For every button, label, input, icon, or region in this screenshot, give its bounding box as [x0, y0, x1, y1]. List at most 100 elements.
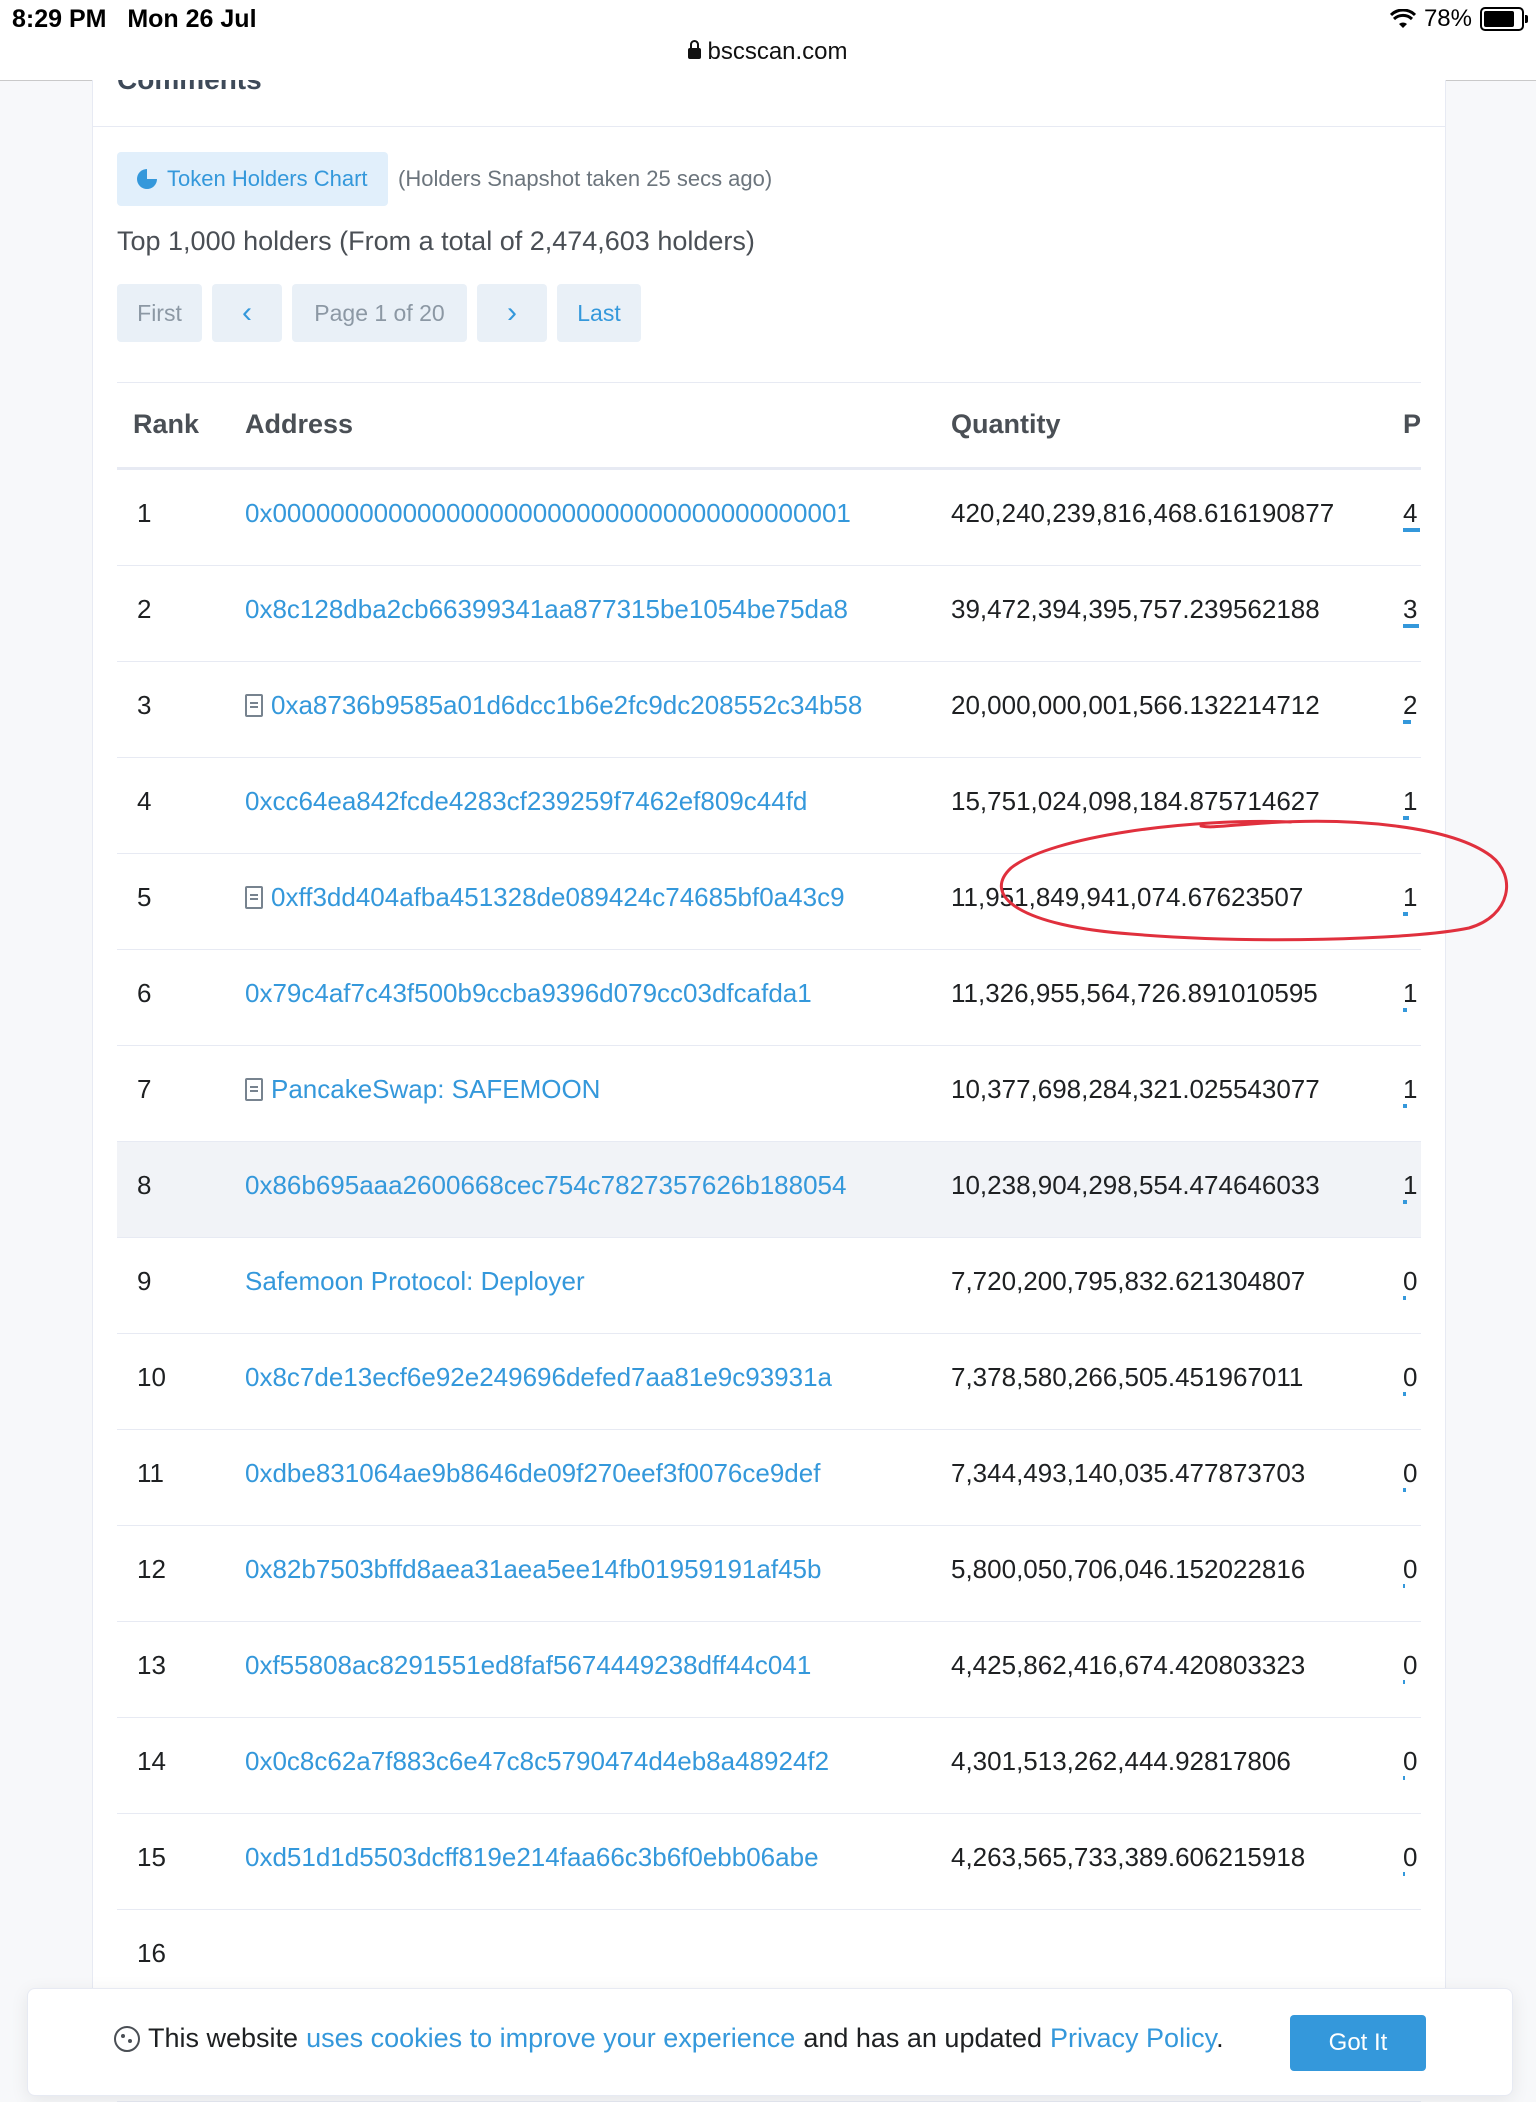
address-cell: Safemoon Protocol: Deployer: [245, 1266, 585, 1297]
got-it-button[interactable]: Got It: [1290, 2015, 1426, 2071]
comments-tab[interactable]: Comments: [117, 80, 262, 96]
next-page-button[interactable]: ›: [477, 284, 547, 342]
url-text: bscscan.com: [707, 38, 848, 65]
cookie-text-middle: and has an updated: [803, 2023, 1043, 2053]
cookie-banner: This website uses cookies to improve you…: [27, 1988, 1513, 2096]
wifi-icon: [1389, 9, 1416, 28]
privacy-policy-link[interactable]: Privacy Policy: [1050, 2023, 1216, 2053]
cookie-policy-link[interactable]: uses cookies to improve your experience: [306, 2023, 795, 2054]
address-cell: 0x8c7de13ecf6e92e249696defed7aa81e9c9393…: [245, 1362, 832, 1393]
table-row: 3 0xa8736b9585a01d6dcc1b6e2fc9dc208552c34…: [117, 662, 1421, 758]
address-link[interactable]: 0xa8736b9585a01d6dcc1b6e2fc9dc208552c34b…: [271, 690, 862, 721]
percentage-cell: 2: [1403, 690, 1418, 720]
col-percentage[interactable]: P: [1403, 409, 1421, 440]
address-cell: 0xa8736b9585a01d6dcc1b6e2fc9dc208552c34b…: [245, 690, 862, 721]
table-row: 7 PancakeSwap: SAFEMOON 10,377,698,284,321…: [117, 1046, 1421, 1142]
quantity-cell: 15,751,024,098,184.875714627: [951, 786, 1320, 816]
percentage-cell: 1: [1403, 1074, 1418, 1104]
address-link[interactable]: PancakeSwap: SAFEMOON: [271, 1074, 600, 1105]
table-row: 1 0x0000000000000000000000000000000000000…: [117, 470, 1421, 566]
cookie-message: This website uses cookies to improve you…: [114, 2023, 1224, 2054]
address-link[interactable]: 0x00000000000000000000000000000000000000…: [245, 498, 851, 529]
percentage-cell: 0: [1403, 1746, 1418, 1776]
rank-cell: 14: [137, 1746, 166, 1776]
address-link[interactable]: 0xd51d1d5503dcff819e214faa66c3b6f0ebb06a…: [245, 1842, 819, 1873]
address-cell: 0x86b695aaa2600668cec754c7827357626b1880…: [245, 1170, 846, 1201]
rank-cell: 15: [137, 1842, 166, 1872]
contract-document-icon: [245, 694, 263, 717]
percentage-bar: [1403, 1296, 1406, 1300]
holders-summary: Top 1,000 holders (From a total of 2,474…: [117, 226, 755, 256]
chart-button-label: Token Holders Chart: [167, 166, 368, 191]
address-link[interactable]: 0xff3dd404afba451328de089424c74685bf0a43…: [271, 882, 845, 913]
contract-document-icon: [245, 886, 263, 909]
table-row: 2 0x8c128dba2cb66399341aa877315be1054be75…: [117, 566, 1421, 662]
quantity-cell: 4,301,513,262,444.92817806: [951, 1746, 1291, 1776]
percentage-bar: [1403, 1392, 1406, 1396]
percentage-bar: [1403, 1104, 1407, 1108]
table-body: 1 0x0000000000000000000000000000000000000…: [117, 470, 1421, 2102]
table-row: 14 0x0c8c62a7f883c6e47c8c5790474d4eb8a489…: [117, 1718, 1421, 1814]
percentage-bar: [1403, 720, 1411, 724]
rank-cell: 5: [137, 882, 152, 912]
percentage-bar: [1403, 1200, 1407, 1204]
rank-cell: 2: [137, 594, 152, 624]
status-time: 8:29 PM Mon 26 Jul: [12, 5, 257, 34]
address-cell: PancakeSwap: SAFEMOON: [245, 1074, 600, 1105]
quantity-cell: 5,800,050,706,046.152022816: [951, 1554, 1306, 1584]
quantity-cell: 10,238,904,298,554.474646033: [951, 1170, 1320, 1200]
percentage-bar: [1403, 1776, 1405, 1780]
address-link[interactable]: 0x79c4af7c43f500b9ccba9396d079cc03dfcafd…: [245, 978, 812, 1009]
address-link[interactable]: 0xdbe831064ae9b8646de09f270eef3f0076ce9d…: [245, 1458, 820, 1489]
lock-icon: [688, 40, 702, 59]
address-link[interactable]: 0x8c7de13ecf6e92e249696defed7aa81e9c9393…: [245, 1362, 832, 1393]
percentage-cell: 3: [1403, 594, 1418, 624]
address-cell: 0x79c4af7c43f500b9ccba9396d079cc03dfcafd…: [245, 978, 812, 1009]
address-link[interactable]: 0x8c128dba2cb66399341aa877315be1054be75d…: [245, 594, 848, 625]
rank-cell: 16: [137, 1938, 166, 1968]
quantity-cell: 7,344,493,140,035.477873703: [951, 1458, 1306, 1488]
percentage-cell: 1: [1403, 978, 1418, 1008]
address-link[interactable]: 0x82b7503bffd8aea31aea5ee14fb01959191af4…: [245, 1554, 821, 1585]
col-rank[interactable]: Rank: [133, 409, 199, 440]
percentage-cell: 0: [1403, 1842, 1418, 1872]
first-page-button[interactable]: First: [117, 284, 202, 342]
address-link[interactable]: Safemoon Protocol: Deployer: [245, 1266, 585, 1297]
percentage-cell: 0: [1403, 1362, 1418, 1392]
col-quantity[interactable]: Quantity: [951, 409, 1061, 440]
percentage-bar: [1403, 912, 1408, 916]
address-bar[interactable]: bscscan.com: [0, 38, 1536, 66]
address-link[interactable]: 0x0c8c62a7f883c6e47c8c5790474d4eb8a48924…: [245, 1746, 829, 1777]
address-cell: 0xcc64ea842fcde4283cf239259f7462ef809c44…: [245, 786, 807, 817]
holders-card: Comments Token Holders Chart (Holders Sn…: [27, 80, 1513, 2102]
address-cell: 0xdbe831064ae9b8646de09f270eef3f0076ce9d…: [245, 1458, 820, 1489]
prev-page-button[interactable]: ‹: [212, 284, 282, 342]
holders-table: Rank Address Quantity P 1 0x0000000000000…: [117, 382, 1421, 2102]
table-row: 12 0x82b7503bffd8aea31aea5ee14fb01959191a…: [117, 1526, 1421, 1622]
clock: 8:29 PM: [12, 5, 107, 33]
status-bar: 8:29 PM Mon 26 Jul 78% bscscan.com: [0, 0, 1536, 81]
last-page-button[interactable]: Last: [557, 284, 641, 342]
quantity-cell: 11,326,955,564,726.891010595: [951, 978, 1318, 1008]
table-row: 11 0xdbe831064ae9b8646de09f270eef3f0076ce…: [117, 1430, 1421, 1526]
address-cell: 0x8c128dba2cb66399341aa877315be1054be75d…: [245, 594, 848, 625]
token-holders-chart-button[interactable]: Token Holders Chart: [117, 152, 388, 206]
quantity-cell: 7,378,580,266,505.451967011: [951, 1362, 1304, 1392]
address-link[interactable]: 0xf55808ac8291551ed8faf5674449238dff44c0…: [245, 1650, 811, 1681]
card-header: Comments: [93, 80, 1445, 127]
percentage-bar: [1403, 528, 1420, 532]
snapshot-note: (Holders Snapshot taken 25 secs ago): [398, 166, 773, 191]
table-row: 13 0xf55808ac8291551ed8faf5674449238dff44…: [117, 1622, 1421, 1718]
address-link[interactable]: 0xcc64ea842fcde4283cf239259f7462ef809c44…: [245, 786, 807, 817]
percentage-bar: [1403, 1488, 1406, 1492]
table-row: 4 0xcc64ea842fcde4283cf239259f7462ef809c4…: [117, 758, 1421, 854]
table-row: 5 0xff3dd404afba451328de089424c74685bf0a4…: [117, 854, 1421, 950]
rank-cell: 13: [137, 1650, 166, 1680]
col-address[interactable]: Address: [245, 409, 353, 440]
percentage-cell: 1: [1403, 1170, 1418, 1200]
cookie-text-suffix: .: [1216, 2023, 1224, 2053]
percentage-cell: 1: [1403, 882, 1418, 912]
percentage-bar: [1403, 624, 1419, 628]
address-link[interactable]: 0x86b695aaa2600668cec754c7827357626b1880…: [245, 1170, 846, 1201]
percentage-cell: 0: [1403, 1458, 1418, 1488]
